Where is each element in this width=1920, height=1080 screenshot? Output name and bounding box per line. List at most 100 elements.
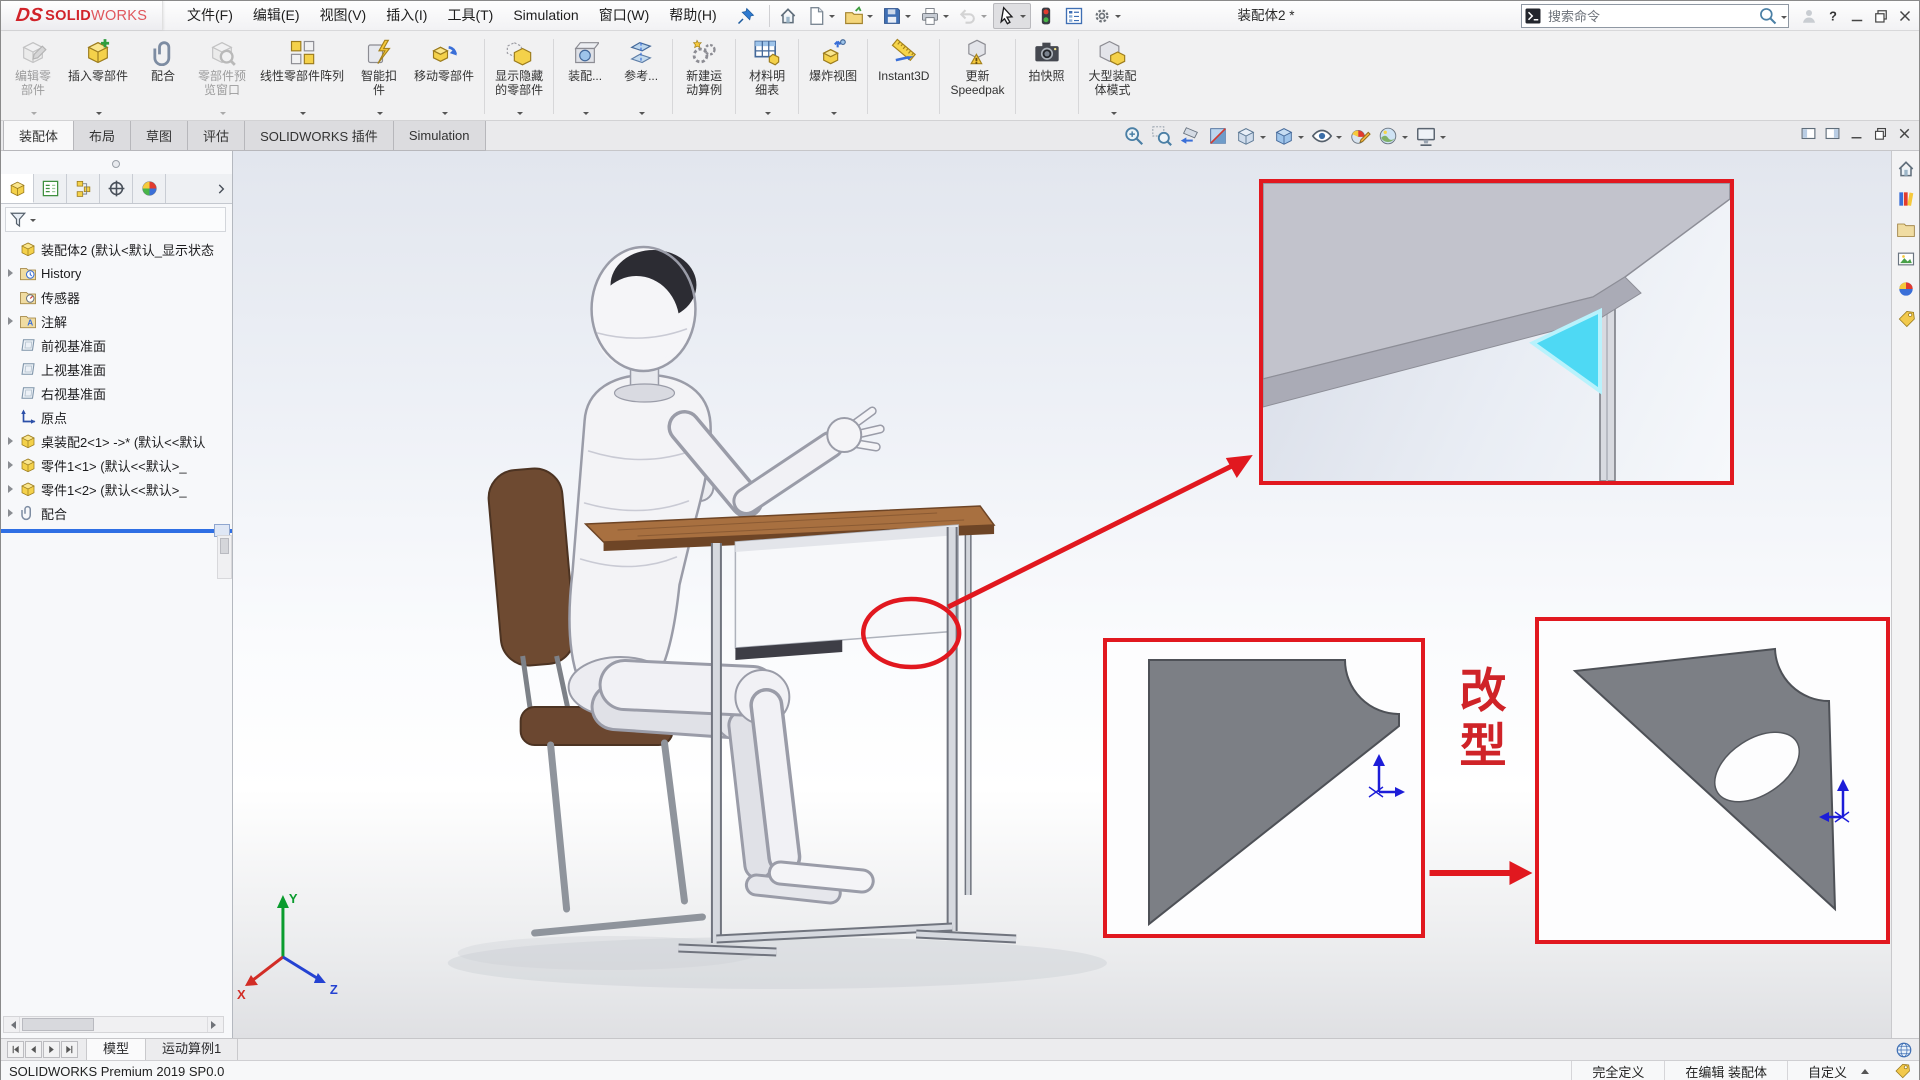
win-minimize-button[interactable] [1845, 4, 1869, 28]
filter-dropdown-caret[interactable] [30, 219, 36, 225]
command-tab-0[interactable]: 装配体 [3, 121, 74, 151]
document-tab-1[interactable]: 运动算例1 [146, 1039, 238, 1060]
file-explorer-icon[interactable] [1896, 219, 1916, 239]
save-button[interactable] [879, 3, 915, 29]
undo-button[interactable] [955, 3, 991, 29]
ribbon-show-hidden-components-button[interactable]: 显示隐藏 的零部件 [488, 34, 550, 119]
panel-horizontal-scrollbar[interactable] [3, 1016, 224, 1033]
menu-item-0[interactable]: 文件(F) [177, 1, 243, 30]
tree-item[interactable]: History [1, 261, 230, 285]
expand-arrow-icon[interactable] [6, 509, 19, 517]
edit-appearance-button[interactable] [1347, 123, 1373, 149]
hide-show-items-button[interactable] [1309, 123, 1345, 149]
expand-arrow-icon[interactable] [6, 461, 19, 469]
apply-scene-button[interactable] [1375, 123, 1411, 149]
zoom-fit-button[interactable] [1121, 123, 1147, 149]
ribbon-take-snapshot-button[interactable]: 拍快照 [1019, 34, 1075, 119]
nav-next-button[interactable] [43, 1041, 60, 1058]
pane-right-button[interactable] [1824, 125, 1841, 145]
section-view-button[interactable] [1205, 123, 1231, 149]
dropdown-caret-icon[interactable] [300, 112, 306, 118]
dropdown-caret-icon[interactable] [31, 112, 37, 118]
dropdown-caret-icon[interactable] [96, 112, 102, 118]
expand-arrow-icon[interactable] [6, 269, 19, 277]
ribbon-linear-component-pattern-button[interactable]: 线性零部件阵列 [253, 34, 351, 119]
menu-item-7[interactable]: 帮助(H) [659, 1, 726, 30]
tree-item[interactable]: 上视基准面 [1, 357, 230, 381]
zoom-area-button[interactable] [1149, 123, 1175, 149]
ribbon-instant3d-button[interactable]: Instant3D [871, 34, 936, 119]
dropdown-caret-icon[interactable] [981, 15, 987, 21]
ribbon-large-assembly-mode-button[interactable]: 大型装配 体模式 [1082, 34, 1144, 119]
search-dropdown-caret[interactable] [1781, 16, 1787, 22]
view-palette-icon[interactable] [1896, 249, 1916, 269]
tree-item[interactable]: 传感器 [1, 285, 230, 309]
expand-arrow-icon[interactable] [6, 437, 19, 445]
win-restore-button[interactable] [1869, 4, 1893, 28]
dropdown-caret-icon[interactable] [517, 112, 523, 118]
win-restore-button[interactable] [1872, 125, 1889, 145]
tree-item[interactable]: 前视基准面 [1, 333, 230, 357]
hscroll-thumb[interactable] [22, 1018, 94, 1031]
menu-item-3[interactable]: 插入(I) [376, 1, 437, 30]
panel-vertical-scrollbar[interactable] [217, 535, 232, 579]
select-button[interactable] [993, 3, 1031, 29]
print-button[interactable] [917, 3, 953, 29]
ribbon-component-preview-window-button[interactable]: 零部件预 览窗口 [191, 34, 253, 119]
graphics-viewport[interactable]: X Y Z [233, 151, 1891, 1038]
dropdown-caret-icon[interactable] [1298, 136, 1304, 142]
tag-icon[interactable] [1893, 1062, 1911, 1080]
win-close-button[interactable] [1893, 4, 1917, 28]
panel-tab-propertymanager[interactable] [34, 174, 67, 203]
command-tab-3[interactable]: 评估 [187, 121, 245, 151]
tree-item[interactable]: 零件1<1> (默认<<默认>_ [1, 453, 230, 477]
dropdown-caret-icon[interactable] [1111, 112, 1117, 118]
dropdown-caret-icon[interactable] [377, 112, 383, 118]
menu-item-2[interactable]: 视图(V) [310, 1, 377, 30]
ribbon-exploded-view-button[interactable]: 爆炸视图 [802, 34, 864, 119]
panel-vscroll-thumb[interactable] [220, 538, 229, 554]
tree-item[interactable]: 桌装配2<1> ->* (默认<<默认 [1, 429, 230, 453]
ribbon-reference-geometry-button[interactable]: 参考... [613, 34, 669, 119]
command-tab-5[interactable]: Simulation [393, 121, 486, 151]
ribbon-mate-button[interactable]: 配合 [135, 34, 191, 119]
panel-expand-button[interactable] [210, 174, 232, 203]
dropdown-caret-icon[interactable] [1260, 136, 1266, 142]
tree-item[interactable]: A注解 [1, 309, 230, 333]
ribbon-update-speedpak-button[interactable]: 更新 Speedpak [943, 34, 1011, 119]
dropdown-caret-icon[interactable] [442, 112, 448, 118]
dropdown-caret-icon[interactable] [639, 112, 645, 118]
dropdown-caret-icon[interactable] [1336, 136, 1342, 142]
command-tab-2[interactable]: 草图 [130, 121, 188, 151]
status-item-2[interactable]: 自定义 [1787, 1061, 1889, 1080]
dropdown-caret-icon[interactable] [867, 15, 873, 21]
command-search[interactable] [1521, 4, 1789, 28]
menu-item-6[interactable]: 窗口(W) [589, 1, 660, 30]
pin-toolbar-button[interactable] [733, 5, 759, 27]
dropdown-caret-icon[interactable] [1402, 136, 1408, 142]
panel-splitter-handle[interactable] [112, 160, 120, 168]
ribbon-new-motion-study-button[interactable]: 新建运 动算例 [676, 34, 732, 119]
display-style-button[interactable] [1271, 123, 1307, 149]
document-tab-0[interactable]: 模型 [86, 1039, 146, 1060]
win-close-button[interactable] [1896, 125, 1913, 145]
dropdown-caret-icon[interactable] [765, 112, 771, 118]
nav-last-button[interactable] [61, 1041, 78, 1058]
hscroll-right-button[interactable] [207, 1017, 223, 1032]
design-library-icon[interactable] [1896, 189, 1916, 209]
dropdown-caret-icon[interactable] [831, 112, 837, 118]
user-button[interactable] [1797, 4, 1821, 28]
win-minimize-button[interactable] [1848, 125, 1865, 145]
new-document-button[interactable] [803, 3, 839, 29]
view-orientation-button[interactable] [1233, 123, 1269, 149]
dropdown-caret-icon[interactable] [1115, 15, 1121, 21]
ribbon-bill-of-materials-button[interactable]: 材料明 细表 [739, 34, 795, 119]
previous-view-button[interactable] [1177, 123, 1203, 149]
panel-tab-configurationmanager[interactable] [67, 174, 100, 203]
view-settings-button[interactable] [1413, 123, 1449, 149]
filter-icon[interactable] [9, 211, 27, 229]
dropdown-caret-icon[interactable] [1440, 136, 1446, 142]
tree-split-bar[interactable] [1, 529, 232, 533]
command-tab-1[interactable]: 布局 [73, 121, 131, 151]
dropdown-caret-icon[interactable] [1020, 15, 1026, 21]
